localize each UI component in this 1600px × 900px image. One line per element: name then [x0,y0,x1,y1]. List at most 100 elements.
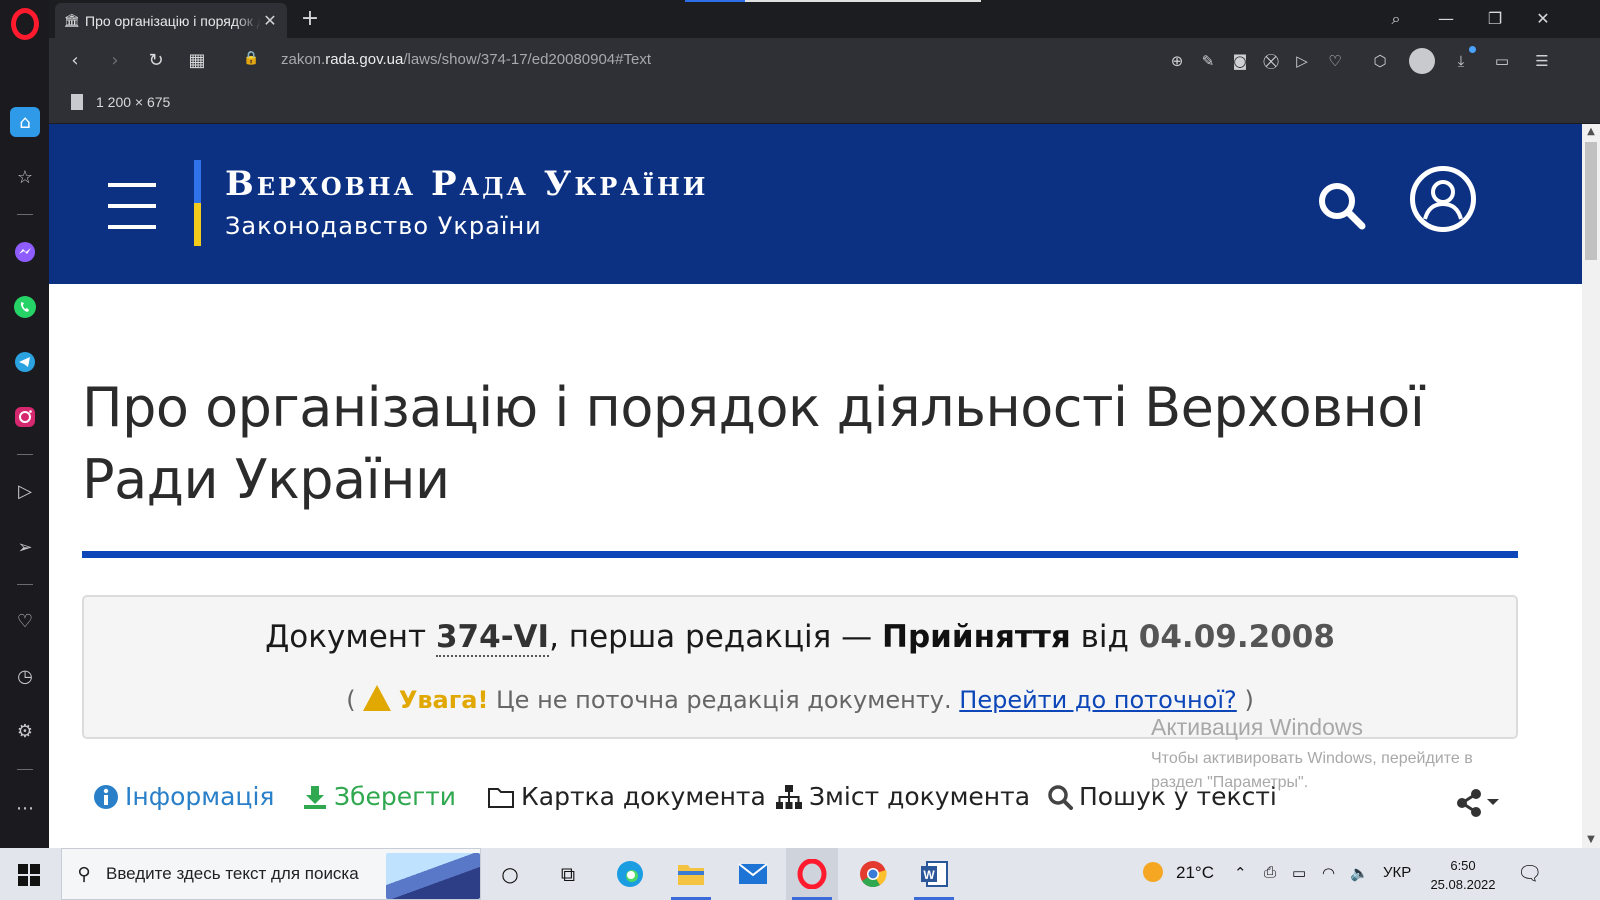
tab-contents[interactable]: Зміст документа [775,782,1030,811]
windows-start-icon[interactable] [18,864,40,886]
brand-title[interactable]: Верховна Рада України [225,164,708,204]
tab-document-card[interactable]: Картка документа [487,782,766,811]
speed-dial-icon[interactable]: ⌂ [10,107,40,137]
flow-icon[interactable]: ➢ [10,532,40,562]
downloads-icon[interactable]: ⤓ [1449,49,1473,73]
windows-activation-watermark: Активация Windows Чтобы активировать Win… [1151,714,1511,795]
settings-gear-icon[interactable]: ⚙ [10,716,40,746]
file-explorer-icon[interactable] [665,848,717,900]
system-clock[interactable]: 6:50 25.08.2022 [1418,856,1508,894]
tab-grid-icon[interactable]: ▦ [183,47,211,75]
profile-avatar[interactable] [1409,48,1435,74]
wifi-icon[interactable]: ◠ [1322,864,1335,882]
search-icon[interactable] [1317,181,1367,231]
telegram-icon[interactable] [10,347,40,377]
address-bar: ‹ › ↻ ▦ 🔒 zakon.rada.gov.ua/laws/show/37… [49,38,1600,84]
chrome-icon[interactable] [847,848,899,900]
document-edition: , перша редакція — [549,619,883,655]
minimize-button[interactable]: — [1426,6,1466,32]
page-scrollbar[interactable]: ▲ ▼ [1582,124,1600,848]
weather-sun-icon[interactable] [1141,860,1165,888]
site-header: Верховна Рада України Законодавство Укра… [49,124,1582,284]
document-action: Прийняття [882,619,1071,655]
url-path: /laws/show/374-17/ed20080904#Text [403,51,652,68]
activation-title: Активация Windows [1151,714,1363,740]
title-divider [82,551,1518,558]
messenger-icon[interactable] [10,237,40,267]
bookmarks-icon[interactable]: ☆ [10,162,40,192]
edit-icon[interactable]: ✎ [1196,49,1220,73]
tab-bar: 🏛 Про організацію і порядок діяльності В… [49,0,1600,38]
close-window-button[interactable]: ✕ [1523,6,1563,32]
warning-label: Увага! [398,686,489,714]
opera-taskbar-icon[interactable] [786,848,838,900]
menu-hamburger-icon[interactable] [108,183,156,229]
new-tab-button[interactable]: + [297,5,323,33]
brand-subtitle[interactable]: Законодавство України [225,212,542,240]
task-view-icon[interactable]: ⧉ [542,848,594,900]
snapshot-camera-icon[interactable]: ◙ [1228,49,1252,73]
document-edition-line: Документ 374-VI, перша редакція — Прийня… [84,619,1516,657]
sitemap-icon [776,784,802,809]
tab-document-card-label: Картка документа [521,782,766,811]
tab-save-label: Зберегти [334,782,457,811]
taskbar-search-box[interactable]: ⚲ Введите здесь текст для поиска [61,848,481,900]
meet-icon[interactable]: ⎙ [1264,864,1276,881]
scrollbar-thumb[interactable] [1585,142,1597,260]
loading-track [745,0,981,2]
scroll-down-arrow-icon[interactable]: ▼ [1582,832,1600,848]
player-icon[interactable]: ▷ [10,476,40,506]
tab-save[interactable]: Зберегти [302,782,456,811]
restore-button[interactable]: ❐ [1475,6,1515,32]
document-from: від [1070,619,1139,655]
forward-button[interactable]: › [101,47,129,75]
word-icon[interactable]: W [908,848,960,900]
sidebar-divider [17,454,33,455]
tab-close-icon[interactable]: ✕ [261,11,279,31]
search-highlight-art [386,853,480,899]
more-dots-icon[interactable]: ⋯ [10,793,40,823]
cortana-circle-icon[interactable]: ○ [484,848,536,900]
image-dimensions: 1 200 × 675 [96,94,171,110]
sidebar-divider [17,584,33,585]
tab-search-icon[interactable]: ⌕ [1376,6,1416,32]
easy-setup-icon[interactable]: ☰ [1530,49,1554,73]
url-field[interactable]: zakon.rada.gov.ua/laws/show/374-17/ed200… [281,51,651,68]
sidebar-divider [17,214,33,215]
whatsapp-icon[interactable] [10,292,40,322]
url-domain: rada.gov.ua [325,51,404,68]
history-clock-icon[interactable]: ◷ [10,661,40,691]
tab-information[interactable]: Інформація [93,782,274,811]
extensions-cube-icon[interactable]: ⬡ [1368,49,1392,73]
document-label: Документ [265,619,427,655]
lock-icon[interactable]: 🔒 [243,51,259,69]
mail-icon[interactable] [727,848,779,900]
document-number[interactable]: 374-VI [435,619,550,657]
battery-tray-icon[interactable]: ▭ [1292,864,1306,882]
adblock-shield-icon[interactable]: ⛒ [1259,49,1283,73]
current-edition-link[interactable]: Перейти до поточної? [959,686,1237,714]
reload-button[interactable]: ↻ [142,47,170,75]
back-button[interactable]: ‹ [61,47,89,75]
tab-active[interactable]: 🏛 Про організацію і порядок діяльності В… [55,3,287,38]
opera-logo-icon[interactable] [11,8,39,40]
tab-information-label: Інформація [125,782,275,811]
language-indicator[interactable]: УКР [1383,864,1411,881]
weather-temperature[interactable]: 21°C [1176,863,1214,883]
heart-icon[interactable]: ♡ [1323,49,1347,73]
volume-icon[interactable]: 🔈 [1350,864,1369,882]
tray-chevron-icon[interactable]: ⌃ [1234,864,1247,882]
edge-browser-icon[interactable] [604,848,656,900]
activation-text: Чтобы активировать Windows, перейдите в … [1151,750,1473,791]
user-account-icon[interactable] [1410,166,1476,232]
send-icon[interactable]: ▷ [1290,49,1314,73]
instagram-icon[interactable] [10,402,40,432]
notifications-icon[interactable]: 🗨 [1517,861,1542,886]
scroll-up-arrow-icon[interactable]: ▲ [1582,124,1600,140]
download-badge [1469,46,1476,53]
battery-icon[interactable]: ▭ [1490,49,1514,73]
favorites-heart-icon[interactable]: ♡ [10,606,40,636]
zoom-icon[interactable]: ⊕ [1165,49,1189,73]
info-icon [94,784,118,809]
taskbar-search-placeholder: Введите здесь текст для поиска [106,864,359,883]
